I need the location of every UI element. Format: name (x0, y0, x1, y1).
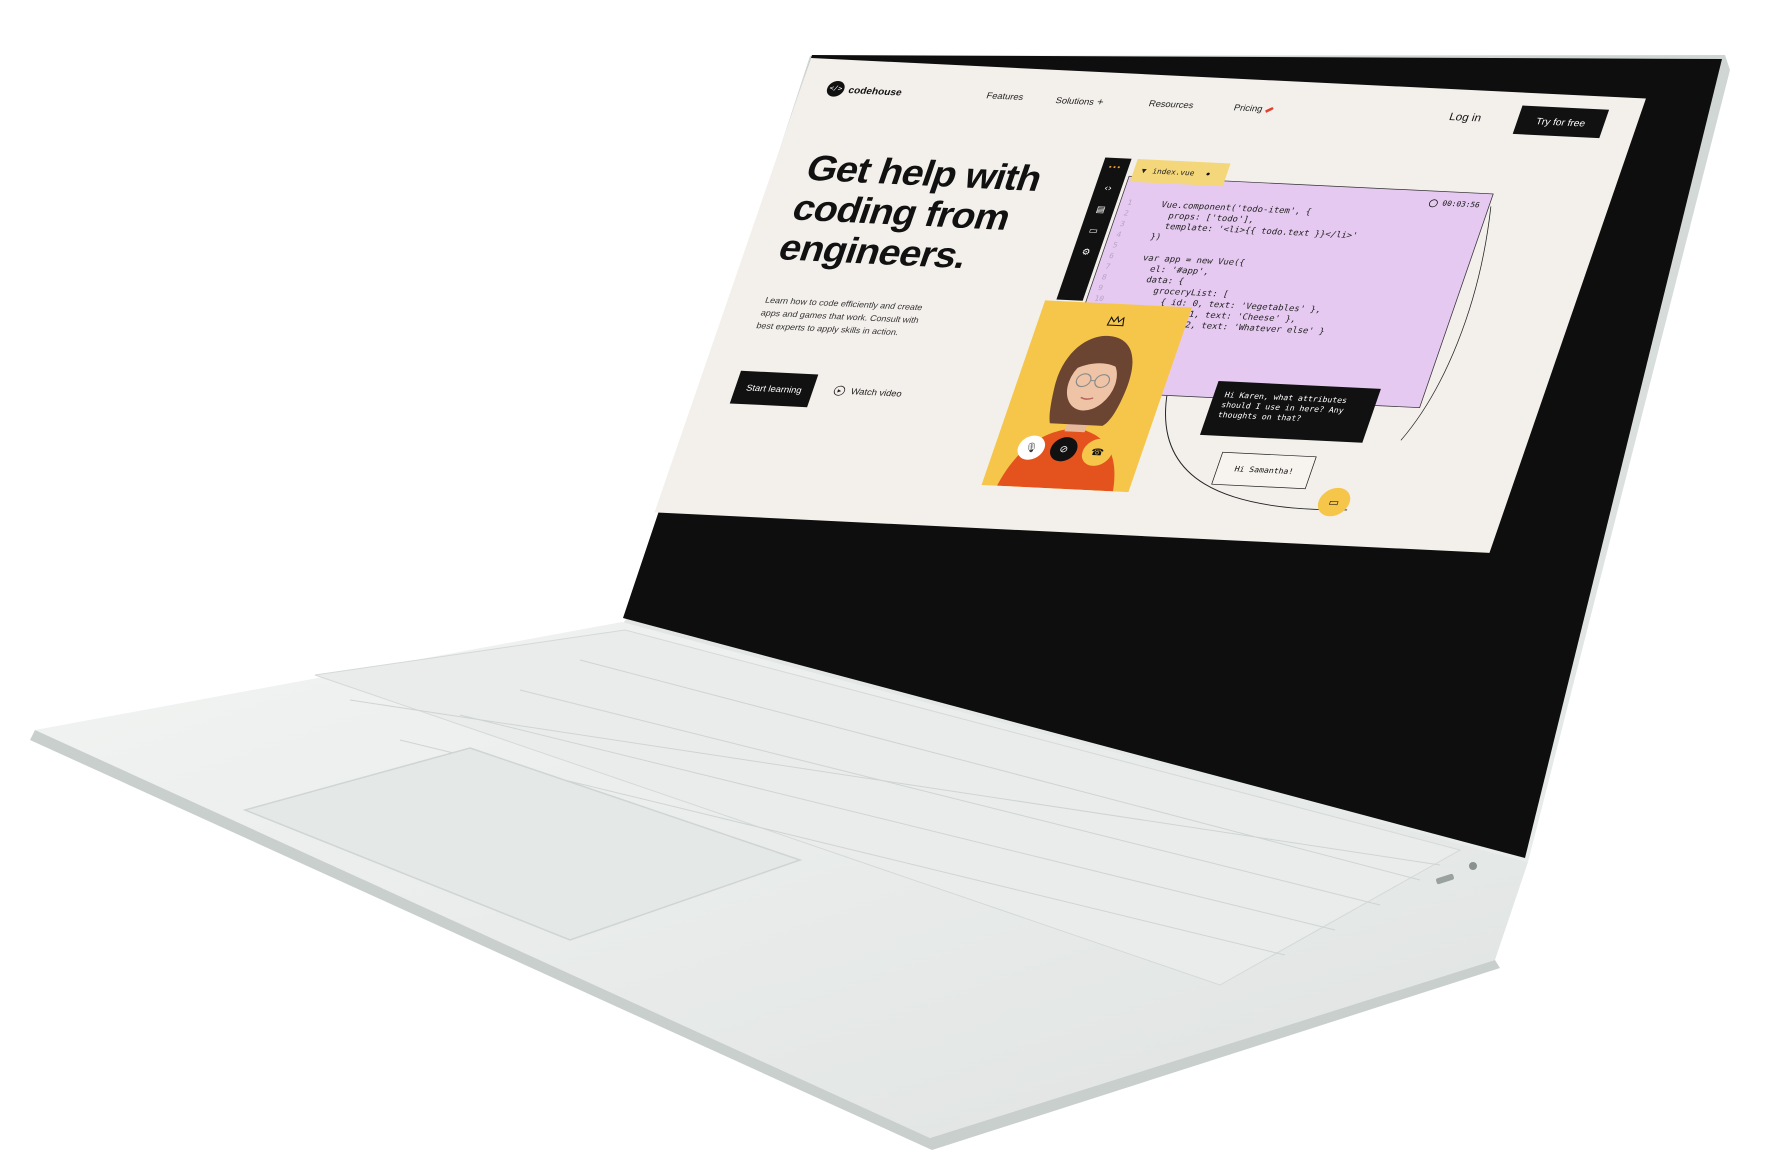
window-dots-icon: ••• (1107, 163, 1123, 172)
clock-icon (1427, 199, 1439, 208)
audio-jack (1469, 862, 1477, 870)
document-icon[interactable]: ▤ (1095, 204, 1107, 214)
screen-webpage: </> codehouse Features Solutions+ Resour… (654, 58, 1646, 553)
chat-message-incoming: Hi Karen, what attributes should I use i… (1199, 380, 1381, 443)
file-tab[interactable]: ▼ index.vue (1129, 159, 1231, 187)
crown-icon (1106, 315, 1125, 327)
settings-icon[interactable]: ⚙ (1080, 247, 1092, 257)
laptop-scene: </> codehouse Features Solutions+ Resour… (0, 0, 1767, 1159)
code-icon[interactable]: ‹› (1103, 183, 1114, 193)
unsaved-dot-icon (1206, 172, 1211, 176)
comment-icon[interactable]: ▭ (1087, 225, 1099, 235)
vue-logo-icon: ▼ (1140, 166, 1148, 175)
chat-message-reply: Hi Samantha! (1211, 451, 1317, 490)
file-tab-name: index.vue (1151, 167, 1196, 178)
